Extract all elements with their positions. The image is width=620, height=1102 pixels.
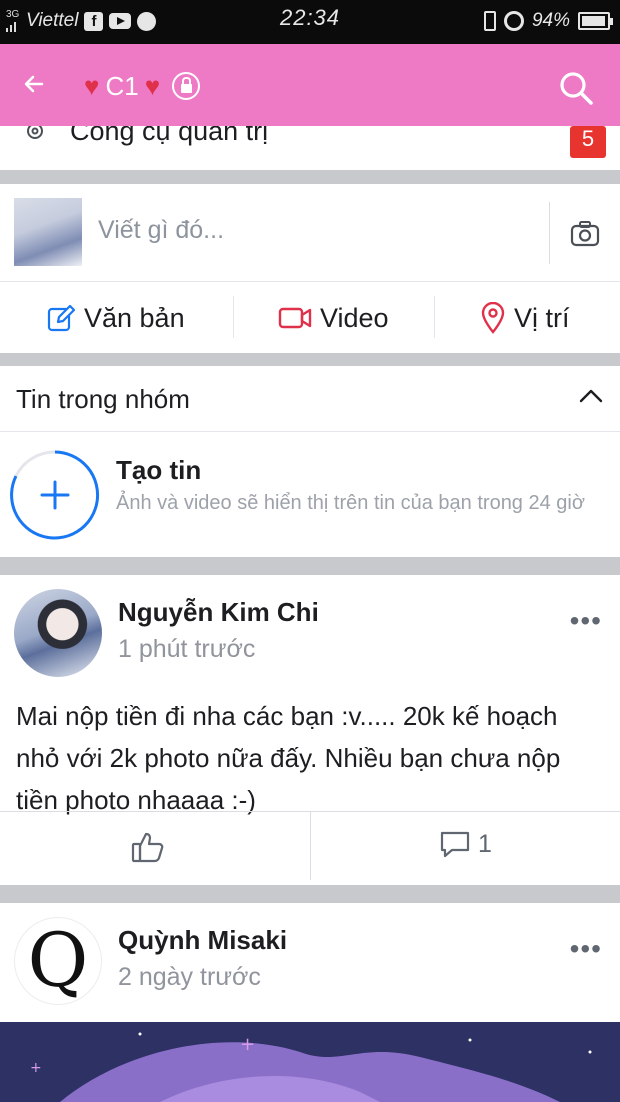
section-divider [0, 353, 620, 366]
admin-tools-row[interactable]: Công cụ quản trị 5 [0, 126, 620, 170]
post-author[interactable]: Quỳnh Misaki [118, 925, 287, 956]
camera-icon[interactable] [570, 220, 600, 248]
alarm-icon [503, 11, 524, 31]
battery-icon [578, 12, 613, 30]
stories-title: Tin trong nhóm [16, 384, 190, 414]
text-post-label: Văn bản [84, 302, 185, 333]
user-avatar [14, 198, 82, 266]
edit-icon [47, 304, 76, 332]
post-actions: 1 [0, 811, 620, 880]
post-timestamp[interactable]: 2 ngày trước [118, 963, 261, 992]
location-post-label: Vị trí [514, 302, 570, 333]
heart-icon: ♥ [84, 71, 100, 101]
status-right: 94% [483, 6, 613, 36]
post-text: Mai nộp tiền đi nha các bạn :v..... 20k … [16, 701, 561, 815]
post-image-artwork: + + [0, 1022, 620, 1102]
vibrate-icon [483, 11, 496, 31]
back-arrow-icon[interactable] [22, 66, 46, 104]
post-composer[interactable]: Viết gì đó... [0, 184, 620, 280]
section-divider [0, 885, 620, 903]
gear-icon [27, 126, 43, 139]
search-icon[interactable] [558, 70, 594, 106]
composer-actions: Văn bản Video Vị trí [0, 281, 620, 353]
status-bar: 3G Viettel f 22:34 94% [0, 0, 620, 44]
admin-tools-label: Công cụ quản trị [70, 126, 269, 146]
more-options-icon[interactable]: ••• [570, 605, 602, 637]
svg-text:+: + [240, 1034, 255, 1055]
create-story-title: Tạo tin [116, 455, 202, 485]
battery-percent: 94% [531, 10, 570, 31]
chevron-up-icon[interactable] [578, 388, 604, 404]
group-title[interactable]: ♥ C1 ♥ [84, 68, 201, 104]
location-pin-icon [481, 302, 505, 334]
svg-text:+: + [30, 1060, 42, 1076]
post-image[interactable]: + + [0, 1022, 620, 1102]
add-story-icon[interactable] [8, 448, 102, 542]
more-options-icon[interactable]: ••• [570, 933, 602, 965]
divider [310, 812, 311, 880]
stories-header[interactable]: Tin trong nhóm [0, 366, 620, 432]
video-post-label: Video [320, 302, 389, 333]
author-avatar[interactable]: Q [14, 917, 102, 1005]
heart-icon: ♥ [144, 71, 161, 101]
app-bar: ♥ C1 ♥ [0, 44, 620, 126]
composer-placeholder[interactable]: Viết gì đó... [98, 216, 224, 245]
section-divider [0, 557, 620, 575]
comment-icon [440, 831, 470, 858]
divider [549, 202, 550, 264]
section-divider [0, 170, 620, 184]
post-author[interactable]: Nguyễn Kim Chi [118, 597, 319, 628]
post-timestamp[interactable]: 1 phút trước [118, 635, 255, 664]
divider [434, 296, 435, 338]
comment-button[interactable]: 1 [438, 828, 492, 860]
feed-post: Q Quỳnh Misaki 2 ngày trước ••• [0, 903, 620, 1022]
divider [233, 296, 234, 338]
notification-badge: 5 [570, 126, 606, 158]
author-avatar[interactable] [14, 589, 102, 677]
text-post-button[interactable]: Văn bản [46, 282, 185, 354]
feed-post: Nguyễn Kim Chi 1 phút trước ••• Mai nộp … [0, 575, 620, 885]
location-post-button[interactable]: Vị trí [480, 282, 570, 354]
video-post-button[interactable]: Video [278, 282, 389, 354]
like-icon[interactable] [130, 830, 166, 864]
video-icon [278, 307, 312, 329]
lock-icon [172, 72, 201, 100]
comment-count: 1 [478, 829, 492, 858]
create-story-subtitle: Ảnh và video sẽ hiển thị trên tin của bạ… [116, 492, 585, 514]
group-name: C1 [105, 70, 139, 101]
